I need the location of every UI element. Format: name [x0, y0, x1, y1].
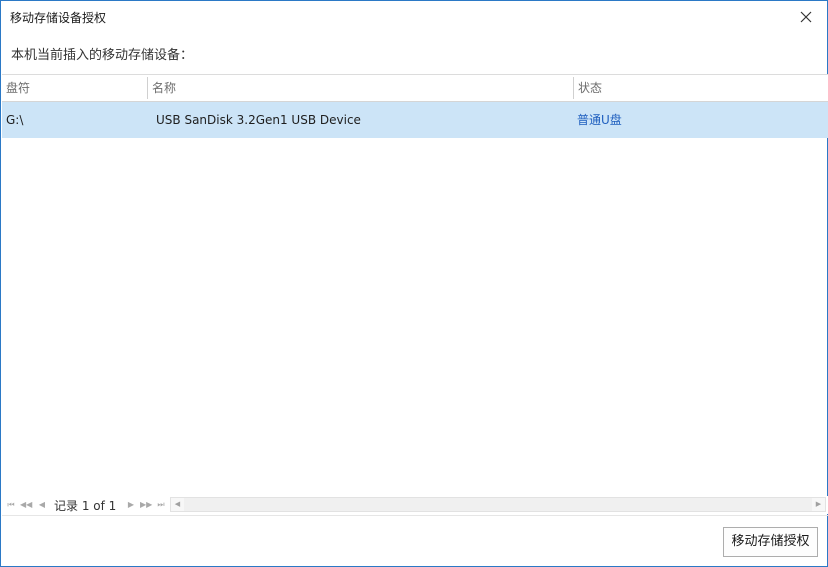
device-list-caption: 本机当前插入的移动存储设备：	[11, 48, 194, 63]
page-status: 记录 1 of 1	[54, 499, 117, 513]
previous-block-icon[interactable]: ◀◀	[20, 499, 32, 511]
footer-divider	[2, 515, 828, 516]
next-block-icon[interactable]: ▶▶	[140, 499, 152, 511]
column-header-status[interactable]: 状态	[574, 75, 828, 101]
close-icon	[800, 11, 812, 23]
last-page-icon[interactable]: ⏭	[155, 499, 167, 511]
close-button[interactable]	[791, 4, 821, 30]
first-page-icon[interactable]: ⏮	[5, 499, 17, 511]
pager-bar: ⏮ ◀◀ ◀ 记录 1 of 1 ▶ ▶▶ ⏭ ◀ ▶	[2, 496, 828, 514]
title-bar: 移动存储设备授权	[1, 1, 827, 33]
scroll-left-icon[interactable]: ◀	[171, 498, 184, 511]
device-table: 盘符 名称 状态 G:\ USB SanDisk 3.2Gen1 USB Dev…	[2, 74, 828, 514]
drive-cell: G:\	[6, 113, 24, 127]
authorize-storage-button[interactable]: 移动存储授权	[723, 527, 818, 557]
scroll-right-icon[interactable]: ▶	[812, 498, 825, 511]
table-row[interactable]: G:\ USB SanDisk 3.2Gen1 USB Device 普通U盘	[2, 102, 828, 138]
device-name-cell: USB SanDisk 3.2Gen1 USB Device	[156, 113, 361, 127]
device-status-cell[interactable]: 普通U盘	[577, 102, 622, 138]
horizontal-scrollbar[interactable]: ◀ ▶	[170, 497, 826, 512]
column-header-name[interactable]: 名称	[148, 75, 573, 101]
next-page-icon[interactable]: ▶	[125, 499, 137, 511]
table-header: 盘符 名称 状态	[2, 75, 828, 102]
window-title: 移动存储设备授权	[10, 11, 107, 25]
previous-page-icon[interactable]: ◀	[36, 499, 48, 511]
column-header-drive[interactable]: 盘符	[2, 75, 147, 101]
device-authorization-dialog: 移动存储设备授权 本机当前插入的移动存储设备： 盘符 名称 状态 G:\ USB…	[0, 0, 828, 567]
